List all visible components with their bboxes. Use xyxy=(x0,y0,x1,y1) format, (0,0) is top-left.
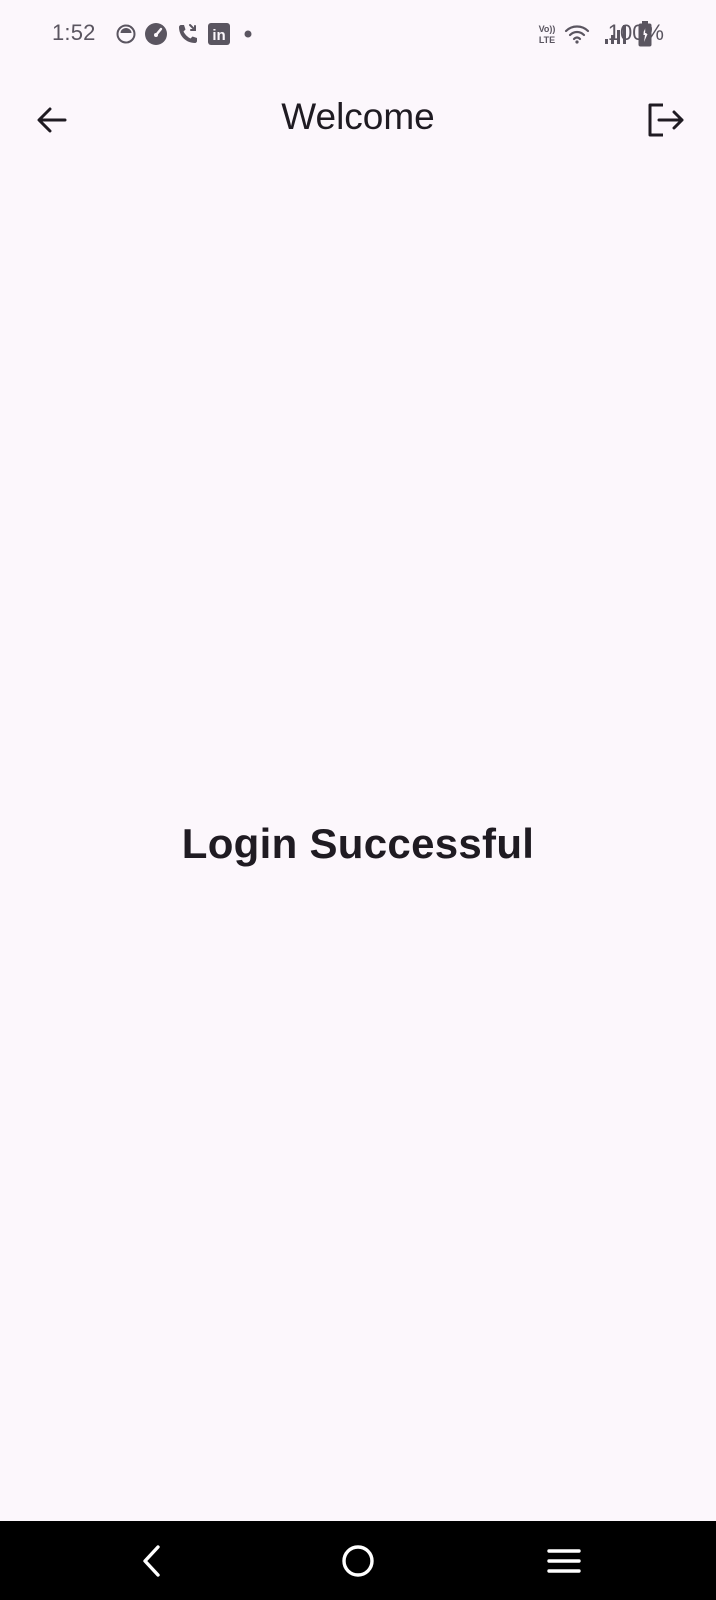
wifi-icon xyxy=(564,23,590,45)
volte-icon: Vo)) LTE xyxy=(536,22,558,46)
missed-call-icon xyxy=(176,22,200,46)
login-success-message: Login Successful xyxy=(181,820,535,867)
nav-home-icon xyxy=(340,1543,376,1579)
speedometer-icon xyxy=(144,22,168,46)
battery-percentage: 100% xyxy=(607,20,664,45)
nav-recents-button[interactable] xyxy=(538,1535,590,1587)
svg-text:LTE: LTE xyxy=(539,35,555,45)
system-navigation-bar xyxy=(0,1521,716,1600)
logout-button[interactable] xyxy=(640,94,692,146)
record-icon xyxy=(116,24,136,44)
linkedin-icon: in xyxy=(208,23,230,45)
nav-recents-icon xyxy=(546,1546,582,1576)
nav-back-icon xyxy=(138,1544,166,1578)
nav-home-button[interactable] xyxy=(332,1535,384,1587)
notification-dot-icon xyxy=(238,24,258,44)
status-time: 1:52 xyxy=(52,20,96,45)
status-notification-icons: in xyxy=(116,22,258,46)
nav-back-button[interactable] xyxy=(126,1535,178,1587)
svg-text:in: in xyxy=(212,27,225,44)
svg-text:Vo)): Vo)) xyxy=(539,24,556,34)
app-bar: Welcome xyxy=(0,68,716,172)
page-title: Welcome xyxy=(281,96,435,137)
status-bar: 1:52 in Vo)) LTE 100% xyxy=(0,0,716,68)
logout-icon xyxy=(647,102,685,138)
